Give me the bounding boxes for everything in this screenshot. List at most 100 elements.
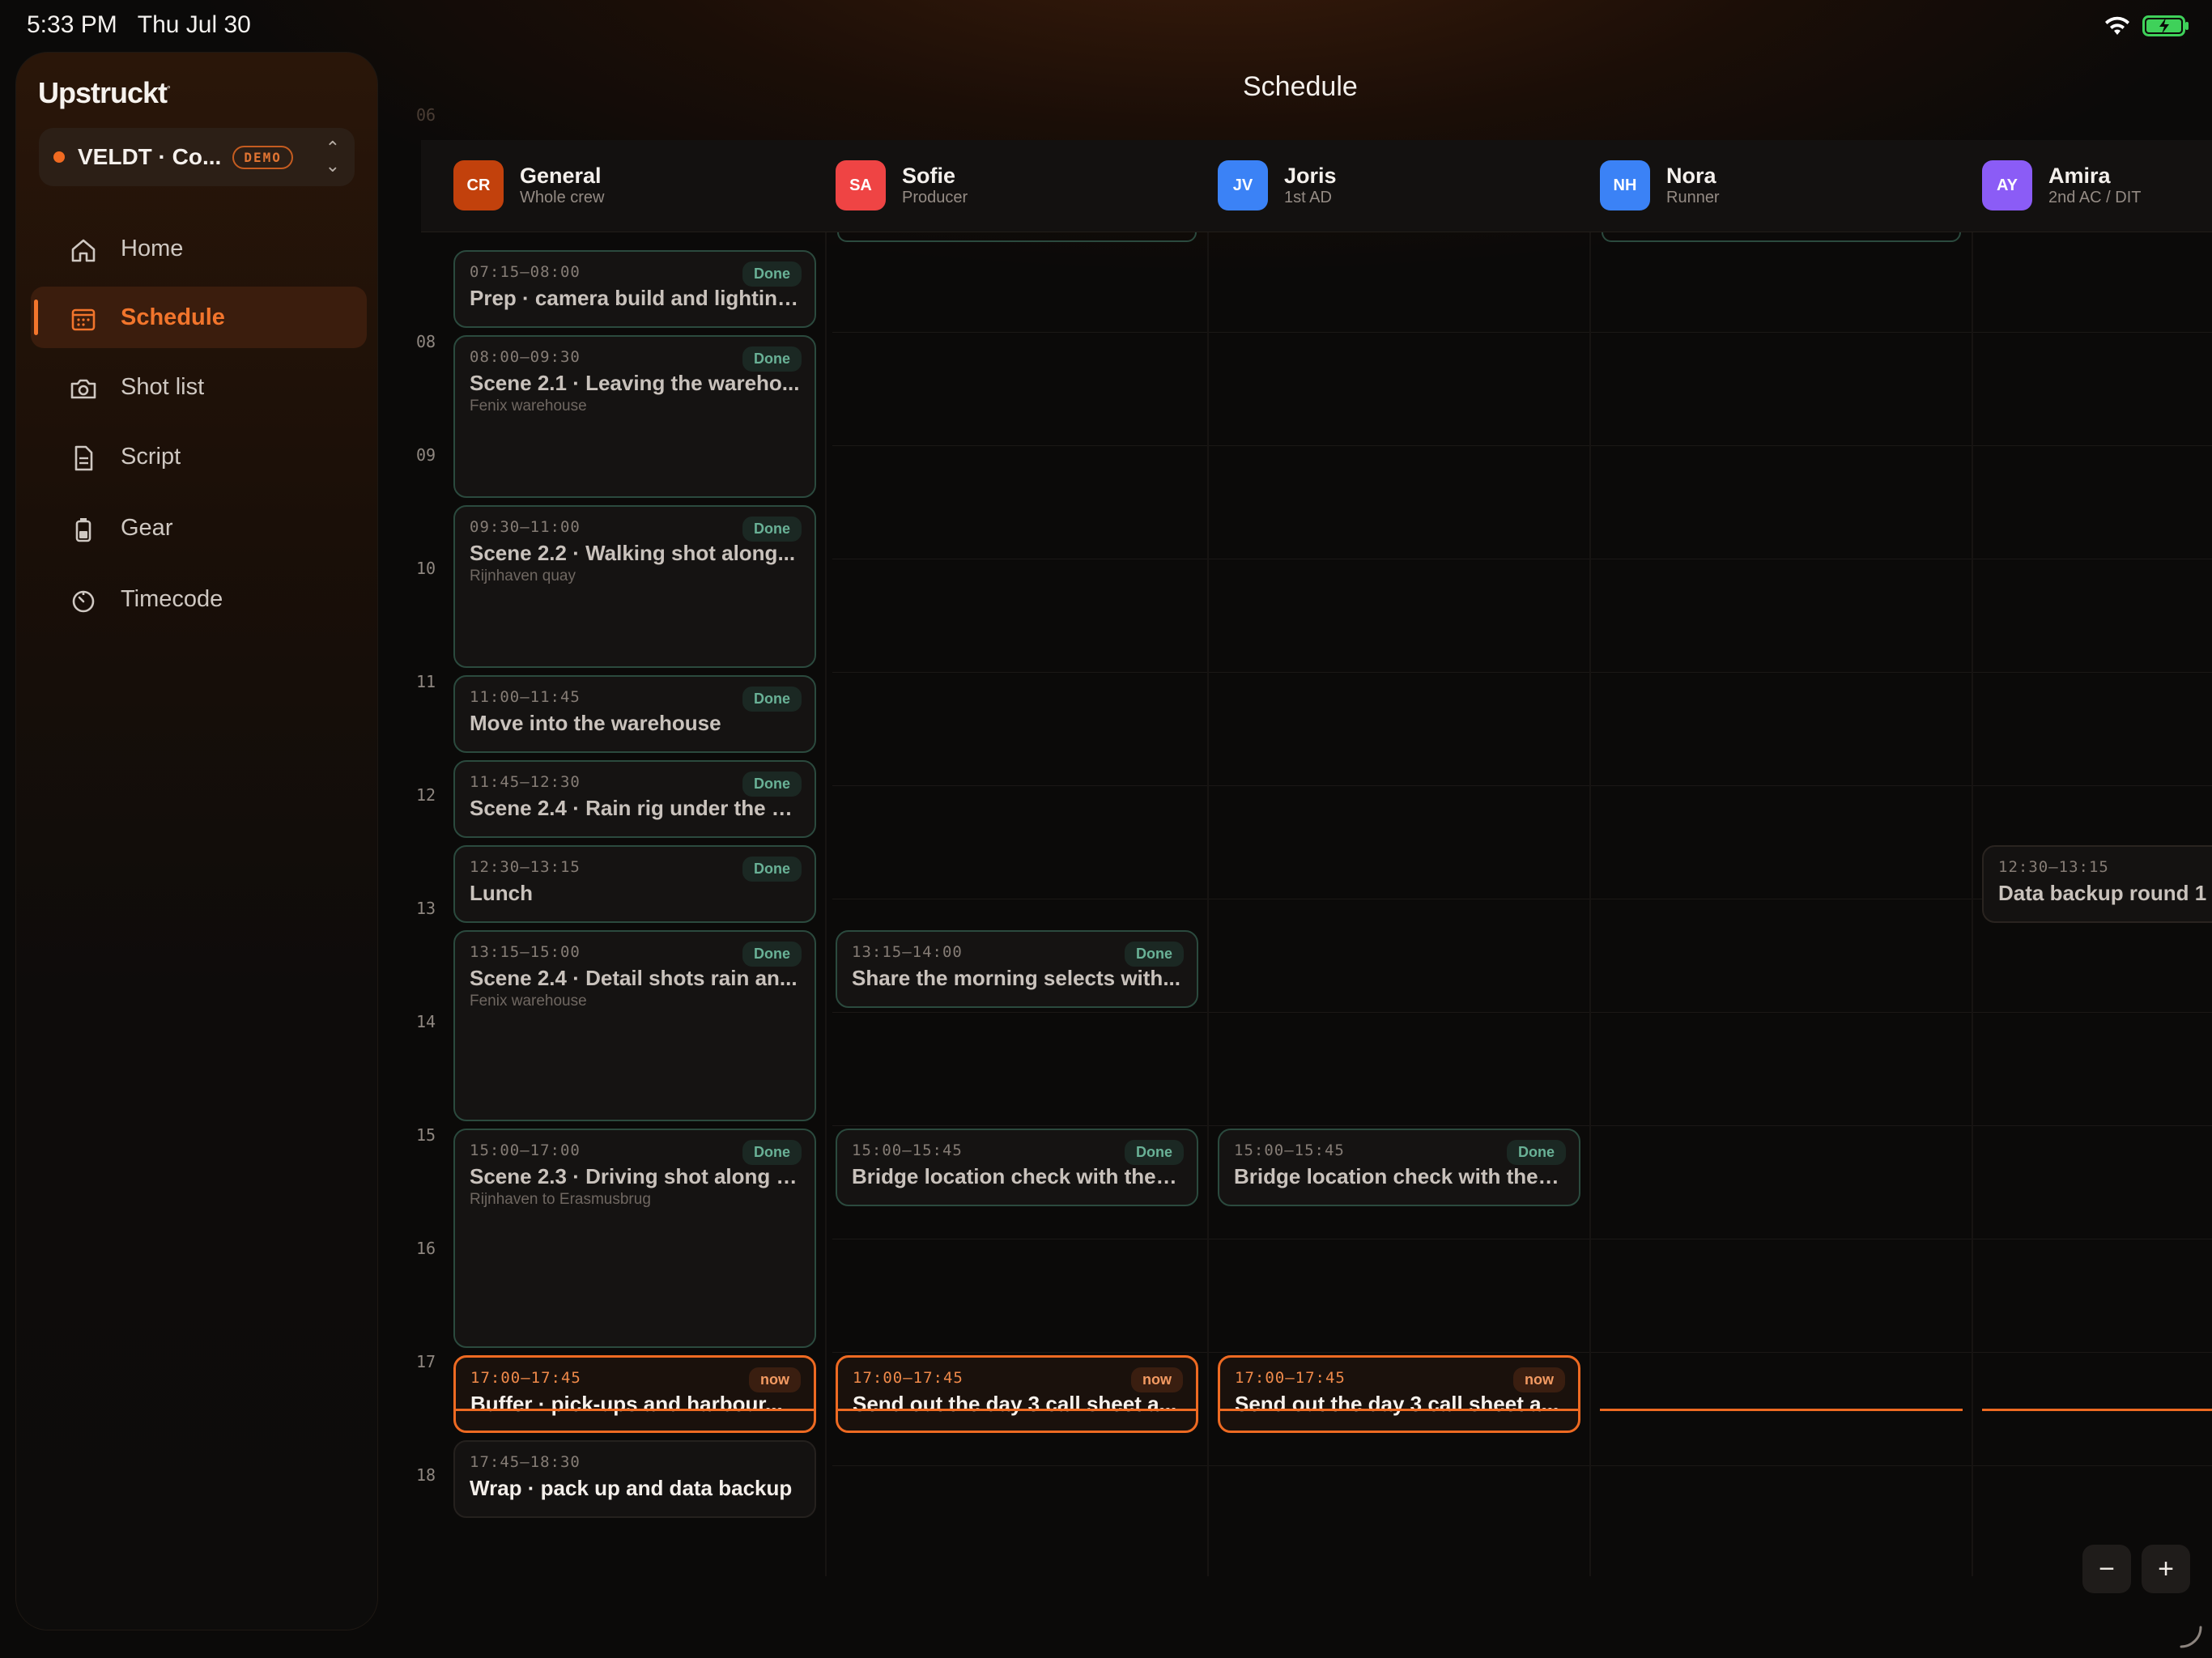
timer-icon [72,590,95,613]
hour-label: 15 [416,1125,436,1145]
event-card-now[interactable]: 17:00–17:45 Buffer · pick-ups and harbou… [453,1355,816,1433]
hour-label: 14 [416,1012,436,1031]
event-title: Data backup round 1 [1998,881,2207,905]
project-name: VELDT · Co... [78,144,222,169]
sidebar: Upstruckt° VELDT · Co... DEMO ⌃ ⌄ Home Sc… [15,52,378,1630]
status-badge: Done [742,261,802,287]
hour-line [832,1125,2212,1126]
event-location: Fenix warehouse [470,397,587,414]
now-indicator [836,1409,1198,1411]
zoom-in-button[interactable]: + [2142,1545,2190,1593]
event-title: Scene 2.2 · Walking shot along... [470,541,796,565]
sidebar-item-gear[interactable]: Gear [31,497,367,559]
clock-text: 5:33 PM [27,11,117,38]
now-indicator [453,1409,816,1411]
column-header-sofie[interactable]: SA Sofie Producer [836,159,968,211]
wifi-icon [2105,16,2129,35]
sidebar-item-schedule[interactable]: Schedule [31,287,367,348]
people-header: CR General Whole crew SA Sofie Producer JV… [421,140,2212,232]
brand-logo: Upstruckt° [38,76,171,109]
sidebar-item-label: Home [121,235,184,261]
column-header-general[interactable]: CR General Whole crew [453,159,604,211]
event-title: Bridge location check with the t... [852,1164,1182,1188]
column-header-joris[interactable]: JV Joris 1st AD [1218,159,1337,211]
zoom-out-button[interactable]: − [2082,1545,2131,1593]
event-card[interactable]: 13:15–15:00 Scene 2.4 · Detail shots rai… [453,930,816,1121]
person-role: 1st AD [1284,189,1332,206]
now-indicator [1600,1409,1963,1411]
status-badge: Done [742,857,802,882]
avatar: CR [453,160,504,210]
event-card-partial[interactable] [837,232,1197,242]
project-status-dot [53,151,65,163]
hour-label: 09 [416,445,436,465]
event-title: Buffer · pick-ups and harbour... [470,1392,783,1416]
status-time: 5:33 PM Thu Jul 30 [27,11,251,39]
demo-badge: DEMO [232,145,293,169]
status-badge: Done [742,687,802,712]
sidebar-item-home[interactable]: Home [31,218,367,279]
person-role: Whole crew [520,189,605,206]
event-card[interactable]: 12:30–13:15 Lunch Done [453,845,816,923]
event-card[interactable]: 15:00–17:00 Scene 2.3 · Driving shot alo… [453,1129,816,1348]
status-badge: Done [742,1140,802,1165]
event-card[interactable]: 15:00–15:45 Bridge location check with t… [1218,1129,1580,1206]
sidebar-item-shot-list[interactable]: Shot list [31,356,367,418]
event-card-now[interactable]: 17:00–17:45 Send out the day 3 call shee… [1218,1355,1580,1433]
status-icons [2104,15,2191,37]
event-time: 12:30–13:15 [1998,858,2109,876]
event-title: Wrap · pack up and data backup [470,1476,793,1500]
now-badge: now [749,1367,801,1392]
event-location: Fenix warehouse [470,993,587,1010]
column-divider [1589,232,1591,1576]
event-card[interactable]: 11:45–12:30 Scene 2.4 · Rain rig under t… [453,760,816,838]
event-location: Rijnhaven quay [470,568,576,585]
event-card[interactable]: 15:00–15:45 Bridge location check with t… [836,1129,1198,1206]
person-name: Amira [2048,164,2111,188]
event-title: Scene 2.3 · Driving shot along t... [470,1164,800,1188]
hour-label: 06 [416,105,436,125]
sidebar-item-label: Script [121,443,181,470]
now-badge: now [1513,1367,1565,1392]
event-card[interactable]: 12:30–13:15 Data backup round 1 [1982,845,2212,923]
project-switcher[interactable]: VELDT · Co... DEMO ⌃ ⌄ [39,128,355,186]
person-name: General [520,164,602,188]
chevron-up-down-icon: ⌃ ⌄ [325,138,340,176]
hour-line [832,1352,2212,1353]
sidebar-item-label: Gear [121,514,173,541]
resize-handle-icon[interactable] [2178,1624,2204,1650]
date-text: Thu Jul 30 [137,11,251,38]
home-icon [71,239,96,262]
hour-label: 17 [416,1352,436,1371]
calendar-icon [71,308,96,331]
status-badge: Done [742,346,802,372]
hour-line [832,785,2212,786]
event-card[interactable]: 08:00–09:30 Scene 2.1 · Leaving the ware… [453,335,816,498]
hour-line [832,445,2212,446]
hour-label: 10 [416,559,436,578]
column-header-amira[interactable]: AY Amira 2nd AC / DIT [1982,159,2142,211]
column-header-nora[interactable]: NH Nora Runner [1600,159,1720,211]
sidebar-item-label: Shot list [121,373,205,400]
status-badge: Done [742,772,802,797]
event-card[interactable]: 07:15–08:00 Prep · camera build and ligh… [453,250,816,328]
event-title: Send out the day 3 call sheet a... [853,1392,1177,1416]
event-card-partial[interactable] [1602,232,1961,242]
event-card[interactable]: 09:30–11:00 Scene 2.2 · Walking shot alo… [453,505,816,668]
event-title: Prep · camera build and lighting... [470,286,800,310]
status-badge: Done [1507,1140,1566,1165]
sidebar-item-timecode[interactable]: Timecode [31,568,367,630]
camera-icon [70,379,96,399]
person-role: Runner [1666,189,1720,206]
document-icon [74,445,93,471]
event-card[interactable]: 13:15–14:00 Share the morning selects wi… [836,930,1198,1008]
event-card[interactable]: 17:45–18:30 Wrap · pack up and data back… [453,1440,816,1518]
event-title: Move into the warehouse [470,711,721,735]
person-name: Nora [1666,164,1716,188]
avatar: JV [1218,160,1268,210]
event-card[interactable]: 11:00–11:45 Move into the warehouse Done [453,675,816,753]
sidebar-item-script[interactable]: Script [31,426,367,487]
event-title: Scene 2.1 · Leaving the wareho... [470,371,800,395]
event-card-now[interactable]: 17:00–17:45 Send out the day 3 call shee… [836,1355,1198,1433]
column-divider [1972,232,1973,1576]
